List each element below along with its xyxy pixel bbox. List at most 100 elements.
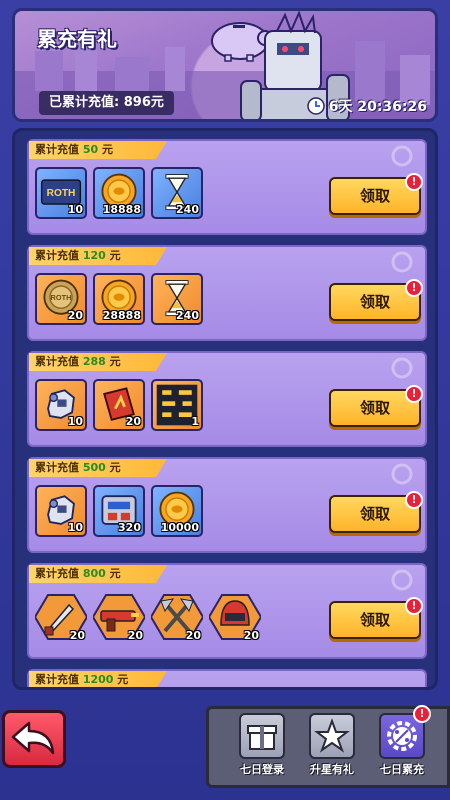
- reward-qty: 10: [67, 415, 83, 428]
- claim-button-label: 领取: [359, 611, 390, 629]
- reward-qty: 20: [127, 629, 143, 642]
- tier-amount: 120: [82, 249, 106, 262]
- countdown-timer: 6天 20:36:26: [306, 95, 427, 117]
- claim-button[interactable]: 领取 !: [329, 597, 423, 639]
- tier-card-500: 累计充值 500 元 10 320 10000 领取 !: [27, 457, 427, 553]
- tier-card-120: 累计充值 120 元 ROTH 20 28888 240 领取 !: [27, 245, 427, 341]
- piggy-bank-icon: [211, 22, 273, 62]
- tab-seven-day-recharge[interactable]: ! 七日累充: [371, 705, 433, 781]
- gear-watermark-icon: [391, 145, 413, 167]
- clock-icon: [306, 97, 325, 115]
- tab-label: 升星有礼: [310, 763, 354, 776]
- tab-label: 七日累充: [380, 763, 424, 776]
- claim-button[interactable]: 领取 !: [329, 173, 423, 215]
- tier-unit: 元: [105, 249, 121, 262]
- notification-badge: !: [405, 385, 423, 403]
- reward-qty: 240: [176, 203, 199, 216]
- tier-card-1200: 累计充值 1200 元: [27, 669, 427, 687]
- tab-label: 七日登录: [240, 763, 284, 776]
- back-arrow-icon: [11, 721, 55, 755]
- tab-seven-day-login[interactable]: 七日登录: [231, 713, 293, 781]
- reward-list: ROTH 10 18888 240: [35, 167, 203, 219]
- tab-icon-frame: !: [379, 705, 431, 759]
- tier-amount: 288: [82, 355, 106, 368]
- reward-item[interactable]: ROTH 20: [35, 273, 87, 325]
- reward-qty: 10: [67, 203, 83, 216]
- tab-icon-frame: [239, 713, 285, 759]
- reward-item[interactable]: 20: [93, 379, 145, 431]
- reward-qty: 10: [67, 521, 83, 534]
- tier-header-label: 累计充值: [35, 249, 83, 262]
- tier-unit: 元: [105, 567, 121, 580]
- reward-item[interactable]: 10: [35, 485, 87, 537]
- tier-header: 累计充值 120 元: [29, 247, 167, 265]
- reward-item[interactable]: 18888: [93, 167, 145, 219]
- countdown-text: 6天 20:36:26: [328, 99, 427, 115]
- svg-text:ROTH: ROTH: [51, 293, 72, 302]
- reward-item[interactable]: 20: [209, 591, 261, 643]
- tier-header: 累计充值 50 元: [29, 141, 167, 159]
- reward-qty: 20: [243, 629, 259, 642]
- reward-qty: 20: [67, 309, 83, 322]
- notification-badge: !: [405, 597, 423, 615]
- reward-item[interactable]: 20: [93, 591, 145, 643]
- reward-qty: 10000: [160, 521, 199, 534]
- gear-watermark-icon: [391, 251, 413, 273]
- reward-item[interactable]: 1: [151, 379, 203, 431]
- tier-unit: 元: [113, 673, 129, 686]
- claim-button-label: 领取: [359, 505, 390, 523]
- reward-item[interactable]: 240: [151, 167, 203, 219]
- reward-qty: 20: [185, 629, 201, 642]
- svg-text:ROTH: ROTH: [47, 188, 76, 199]
- notification-badge: !: [405, 279, 423, 297]
- reward-list: 10 20 1: [35, 379, 203, 431]
- tab-star-upgrade[interactable]: 升星有礼: [301, 713, 363, 781]
- claim-button[interactable]: 领取 !: [329, 491, 423, 533]
- tier-header: 累计充值 500 元: [29, 459, 167, 477]
- reward-list: ROTH 20 28888 240: [35, 273, 203, 325]
- claim-button-label: 领取: [359, 187, 390, 205]
- claim-button[interactable]: 领取 !: [329, 385, 423, 427]
- reward-item[interactable]: ROTH 10: [35, 167, 87, 219]
- reward-item[interactable]: 240: [151, 273, 203, 325]
- reward-item[interactable]: 20: [151, 591, 203, 643]
- tier-amount: 800: [82, 567, 106, 580]
- gift-icon: [247, 725, 277, 750]
- reward-qty: 28888: [102, 309, 141, 322]
- tier-header-label: 累计充值: [35, 673, 83, 686]
- recharge-tier-list[interactable]: 累计充值 50 元 ROTH 10 18888 240 领取 ! 累计充值 12…: [12, 128, 438, 690]
- reward-item[interactable]: 28888: [93, 273, 145, 325]
- notification-badge: !: [413, 705, 431, 723]
- tier-amount: 500: [82, 461, 106, 474]
- tier-header: 累计充值 800 元: [29, 565, 167, 583]
- tier-card-50: 累计充值 50 元 ROTH 10 18888 240 领取 !: [27, 139, 427, 235]
- tier-header-label: 累计充值: [35, 143, 83, 156]
- reward-list: 10 320 10000: [35, 485, 203, 537]
- reward-qty: 20: [125, 415, 141, 428]
- tier-amount: 50: [82, 143, 99, 156]
- notification-badge: !: [405, 491, 423, 509]
- reward-qty: 320: [118, 521, 141, 534]
- reward-item[interactable]: 10: [35, 379, 87, 431]
- reward-item[interactable]: 320: [93, 485, 145, 537]
- star-icon: [314, 718, 350, 753]
- reward-item[interactable]: 20: [35, 591, 87, 643]
- back-button[interactable]: [2, 710, 66, 768]
- gear-watermark-icon: [391, 357, 413, 379]
- reward-qty: 240: [176, 309, 199, 322]
- tier-header-label: 累计充值: [35, 567, 83, 580]
- tier-card-288: 累计充值 288 元 10 20 1 领取 !: [27, 351, 427, 447]
- claim-button-label: 领取: [359, 293, 390, 311]
- tier-unit: 元: [105, 461, 121, 474]
- event-banner: 累充有礼 已累计充值: 896元 6天 20:36:26: [12, 8, 438, 122]
- claim-button-label: 领取: [359, 399, 390, 417]
- gear-watermark-icon: [391, 569, 413, 591]
- tier-unit: 元: [98, 143, 113, 156]
- tier-header-label: 累计充值: [35, 461, 83, 474]
- tier-card-800: 累计充值 800 元 20 20 20 20 领取 !: [27, 563, 427, 659]
- tier-header: 累计充值 1200 元: [29, 671, 167, 687]
- tier-unit: 元: [105, 355, 121, 368]
- claim-button[interactable]: 领取 !: [329, 279, 423, 321]
- reward-list: 20 20 20 20: [35, 591, 261, 643]
- reward-item[interactable]: 10000: [151, 485, 203, 537]
